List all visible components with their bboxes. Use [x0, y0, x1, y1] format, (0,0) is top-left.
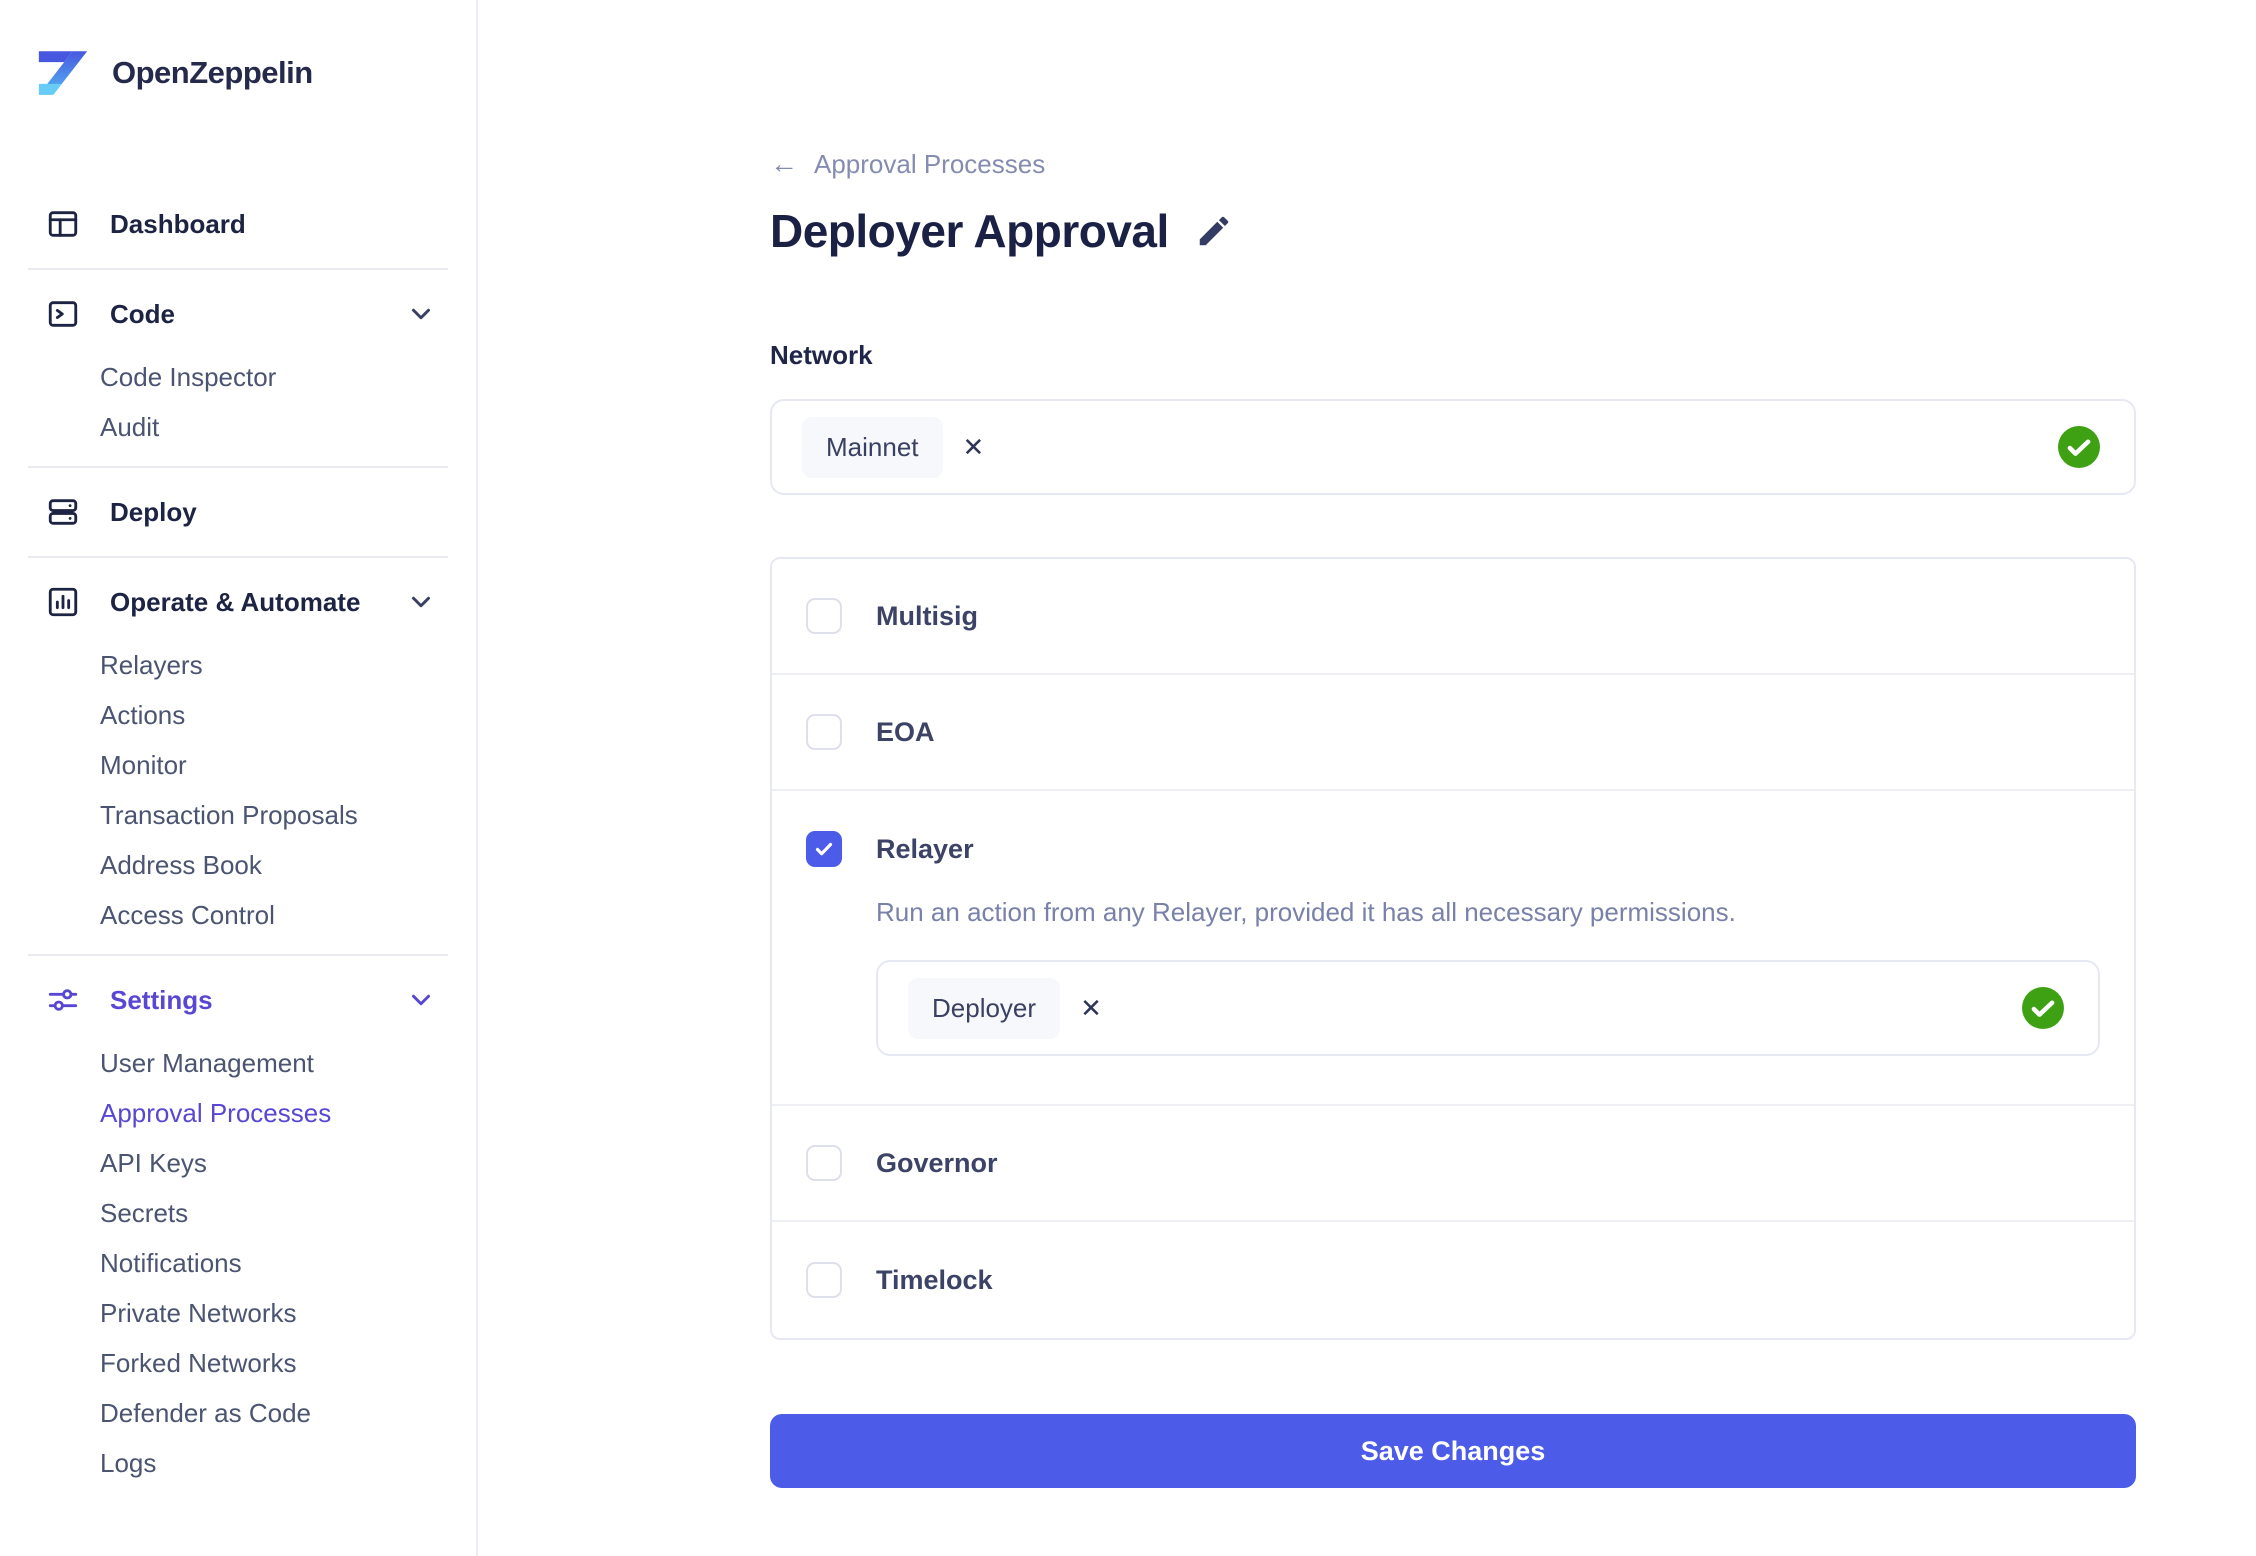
relayer-label: Relayer — [876, 834, 974, 865]
dashboard-icon — [46, 207, 80, 241]
relayer-checkbox[interactable] — [806, 831, 842, 867]
sidebar-item-dashboard[interactable]: Dashboard — [0, 194, 476, 254]
relayer-row: Relayer Run an action from any Relayer, … — [772, 791, 2134, 1106]
sidebar-item-label: Settings — [110, 985, 213, 1016]
sidebar-item-label: Dashboard — [110, 209, 246, 240]
sidebar-item-relayers[interactable]: Relayers — [0, 640, 476, 690]
back-arrow-icon[interactable]: ← — [770, 148, 798, 180]
sidebar: OpenZeppelin Dashboard Code Code Inspect… — [0, 0, 478, 1556]
chevron-down-icon[interactable] — [406, 985, 436, 1015]
sidebar-item-label: Deploy — [110, 497, 197, 528]
timelock-label: Timelock — [876, 1265, 993, 1296]
relayer-description: Run an action from any Relayer, provided… — [876, 897, 2100, 928]
sidebar-item-api-keys[interactable]: API Keys — [0, 1138, 476, 1188]
sidebar-item-operate-automate[interactable]: Operate & Automate — [0, 572, 476, 632]
chevron-down-icon[interactable] — [406, 587, 436, 617]
sidebar-item-address-book[interactable]: Address Book — [0, 840, 476, 890]
sidebar-item-settings[interactable]: Settings — [0, 970, 476, 1030]
approval-type-card: Multisig EOA Relayer Run an action from … — [770, 557, 2136, 1340]
sidebar-nav: Dashboard Code Code Inspector Audit Depl… — [0, 194, 476, 1488]
divider — [28, 466, 448, 468]
remove-relayer-icon[interactable]: ✕ — [1080, 995, 1102, 1021]
sidebar-item-user-management[interactable]: User Management — [0, 1038, 476, 1088]
settings-submenu: User Management Approval Processes API K… — [0, 1038, 476, 1488]
relayer-chip: Deployer — [908, 978, 1060, 1039]
breadcrumb-label[interactable]: Approval Processes — [814, 149, 1045, 180]
deploy-icon — [46, 495, 80, 529]
valid-check-icon — [2058, 426, 2100, 468]
page-title: Deployer Approval — [770, 204, 1169, 258]
brand-name: OpenZeppelin — [112, 55, 313, 91]
brand[interactable]: OpenZeppelin — [0, 0, 476, 102]
eoa-label: EOA — [876, 717, 935, 748]
save-changes-button[interactable]: Save Changes — [770, 1414, 2136, 1488]
breadcrumb[interactable]: ← Approval Processes — [770, 148, 2136, 180]
sidebar-item-defender-as-code[interactable]: Defender as Code — [0, 1388, 476, 1438]
sidebar-item-logs[interactable]: Logs — [0, 1438, 476, 1488]
bar-chart-icon — [46, 585, 80, 619]
relayer-select[interactable]: Deployer ✕ — [876, 960, 2100, 1056]
eoa-row[interactable]: EOA — [772, 675, 2134, 791]
sidebar-item-code-inspector[interactable]: Code Inspector — [0, 352, 476, 402]
multisig-label: Multisig — [876, 601, 978, 632]
sidebar-item-code[interactable]: Code — [0, 284, 476, 344]
valid-check-icon — [2022, 987, 2064, 1029]
sidebar-item-label: Code — [110, 299, 175, 330]
sidebar-item-deploy[interactable]: Deploy — [0, 482, 476, 542]
network-label: Network — [770, 340, 2136, 371]
governor-checkbox[interactable] — [806, 1145, 842, 1181]
timelock-checkbox[interactable] — [806, 1262, 842, 1298]
operate-submenu: Relayers Actions Monitor Transaction Pro… — [0, 640, 476, 940]
divider — [28, 268, 448, 270]
sidebar-item-access-control[interactable]: Access Control — [0, 890, 476, 940]
sliders-icon — [46, 983, 80, 1017]
multisig-row[interactable]: Multisig — [772, 559, 2134, 675]
openzeppelin-logo-icon — [34, 44, 92, 102]
edit-title-button[interactable] — [1195, 212, 1233, 250]
sidebar-item-transaction-proposals[interactable]: Transaction Proposals — [0, 790, 476, 840]
sidebar-item-private-networks[interactable]: Private Networks — [0, 1288, 476, 1338]
main-content: ← Approval Processes Deployer Approval N… — [478, 0, 2256, 1556]
network-chip: Mainnet — [802, 417, 943, 478]
governor-row[interactable]: Governor — [772, 1106, 2134, 1222]
pencil-icon — [1195, 212, 1233, 250]
sidebar-item-label: Operate & Automate — [110, 587, 360, 618]
sidebar-item-actions[interactable]: Actions — [0, 690, 476, 740]
sidebar-item-notifications[interactable]: Notifications — [0, 1238, 476, 1288]
code-submenu: Code Inspector Audit — [0, 352, 476, 452]
sidebar-item-forked-networks[interactable]: Forked Networks — [0, 1338, 476, 1388]
eoa-checkbox[interactable] — [806, 714, 842, 750]
timelock-row[interactable]: Timelock — [772, 1222, 2134, 1338]
sidebar-item-approval-processes[interactable]: Approval Processes — [0, 1088, 476, 1138]
sidebar-item-monitor[interactable]: Monitor — [0, 740, 476, 790]
multisig-checkbox[interactable] — [806, 598, 842, 634]
network-select[interactable]: Mainnet ✕ — [770, 399, 2136, 495]
divider — [28, 954, 448, 956]
sidebar-item-secrets[interactable]: Secrets — [0, 1188, 476, 1238]
remove-network-icon[interactable]: ✕ — [963, 434, 985, 460]
divider — [28, 556, 448, 558]
governor-label: Governor — [876, 1148, 998, 1179]
sidebar-item-audit[interactable]: Audit — [0, 402, 476, 452]
chevron-down-icon[interactable] — [406, 299, 436, 329]
code-icon — [46, 297, 80, 331]
